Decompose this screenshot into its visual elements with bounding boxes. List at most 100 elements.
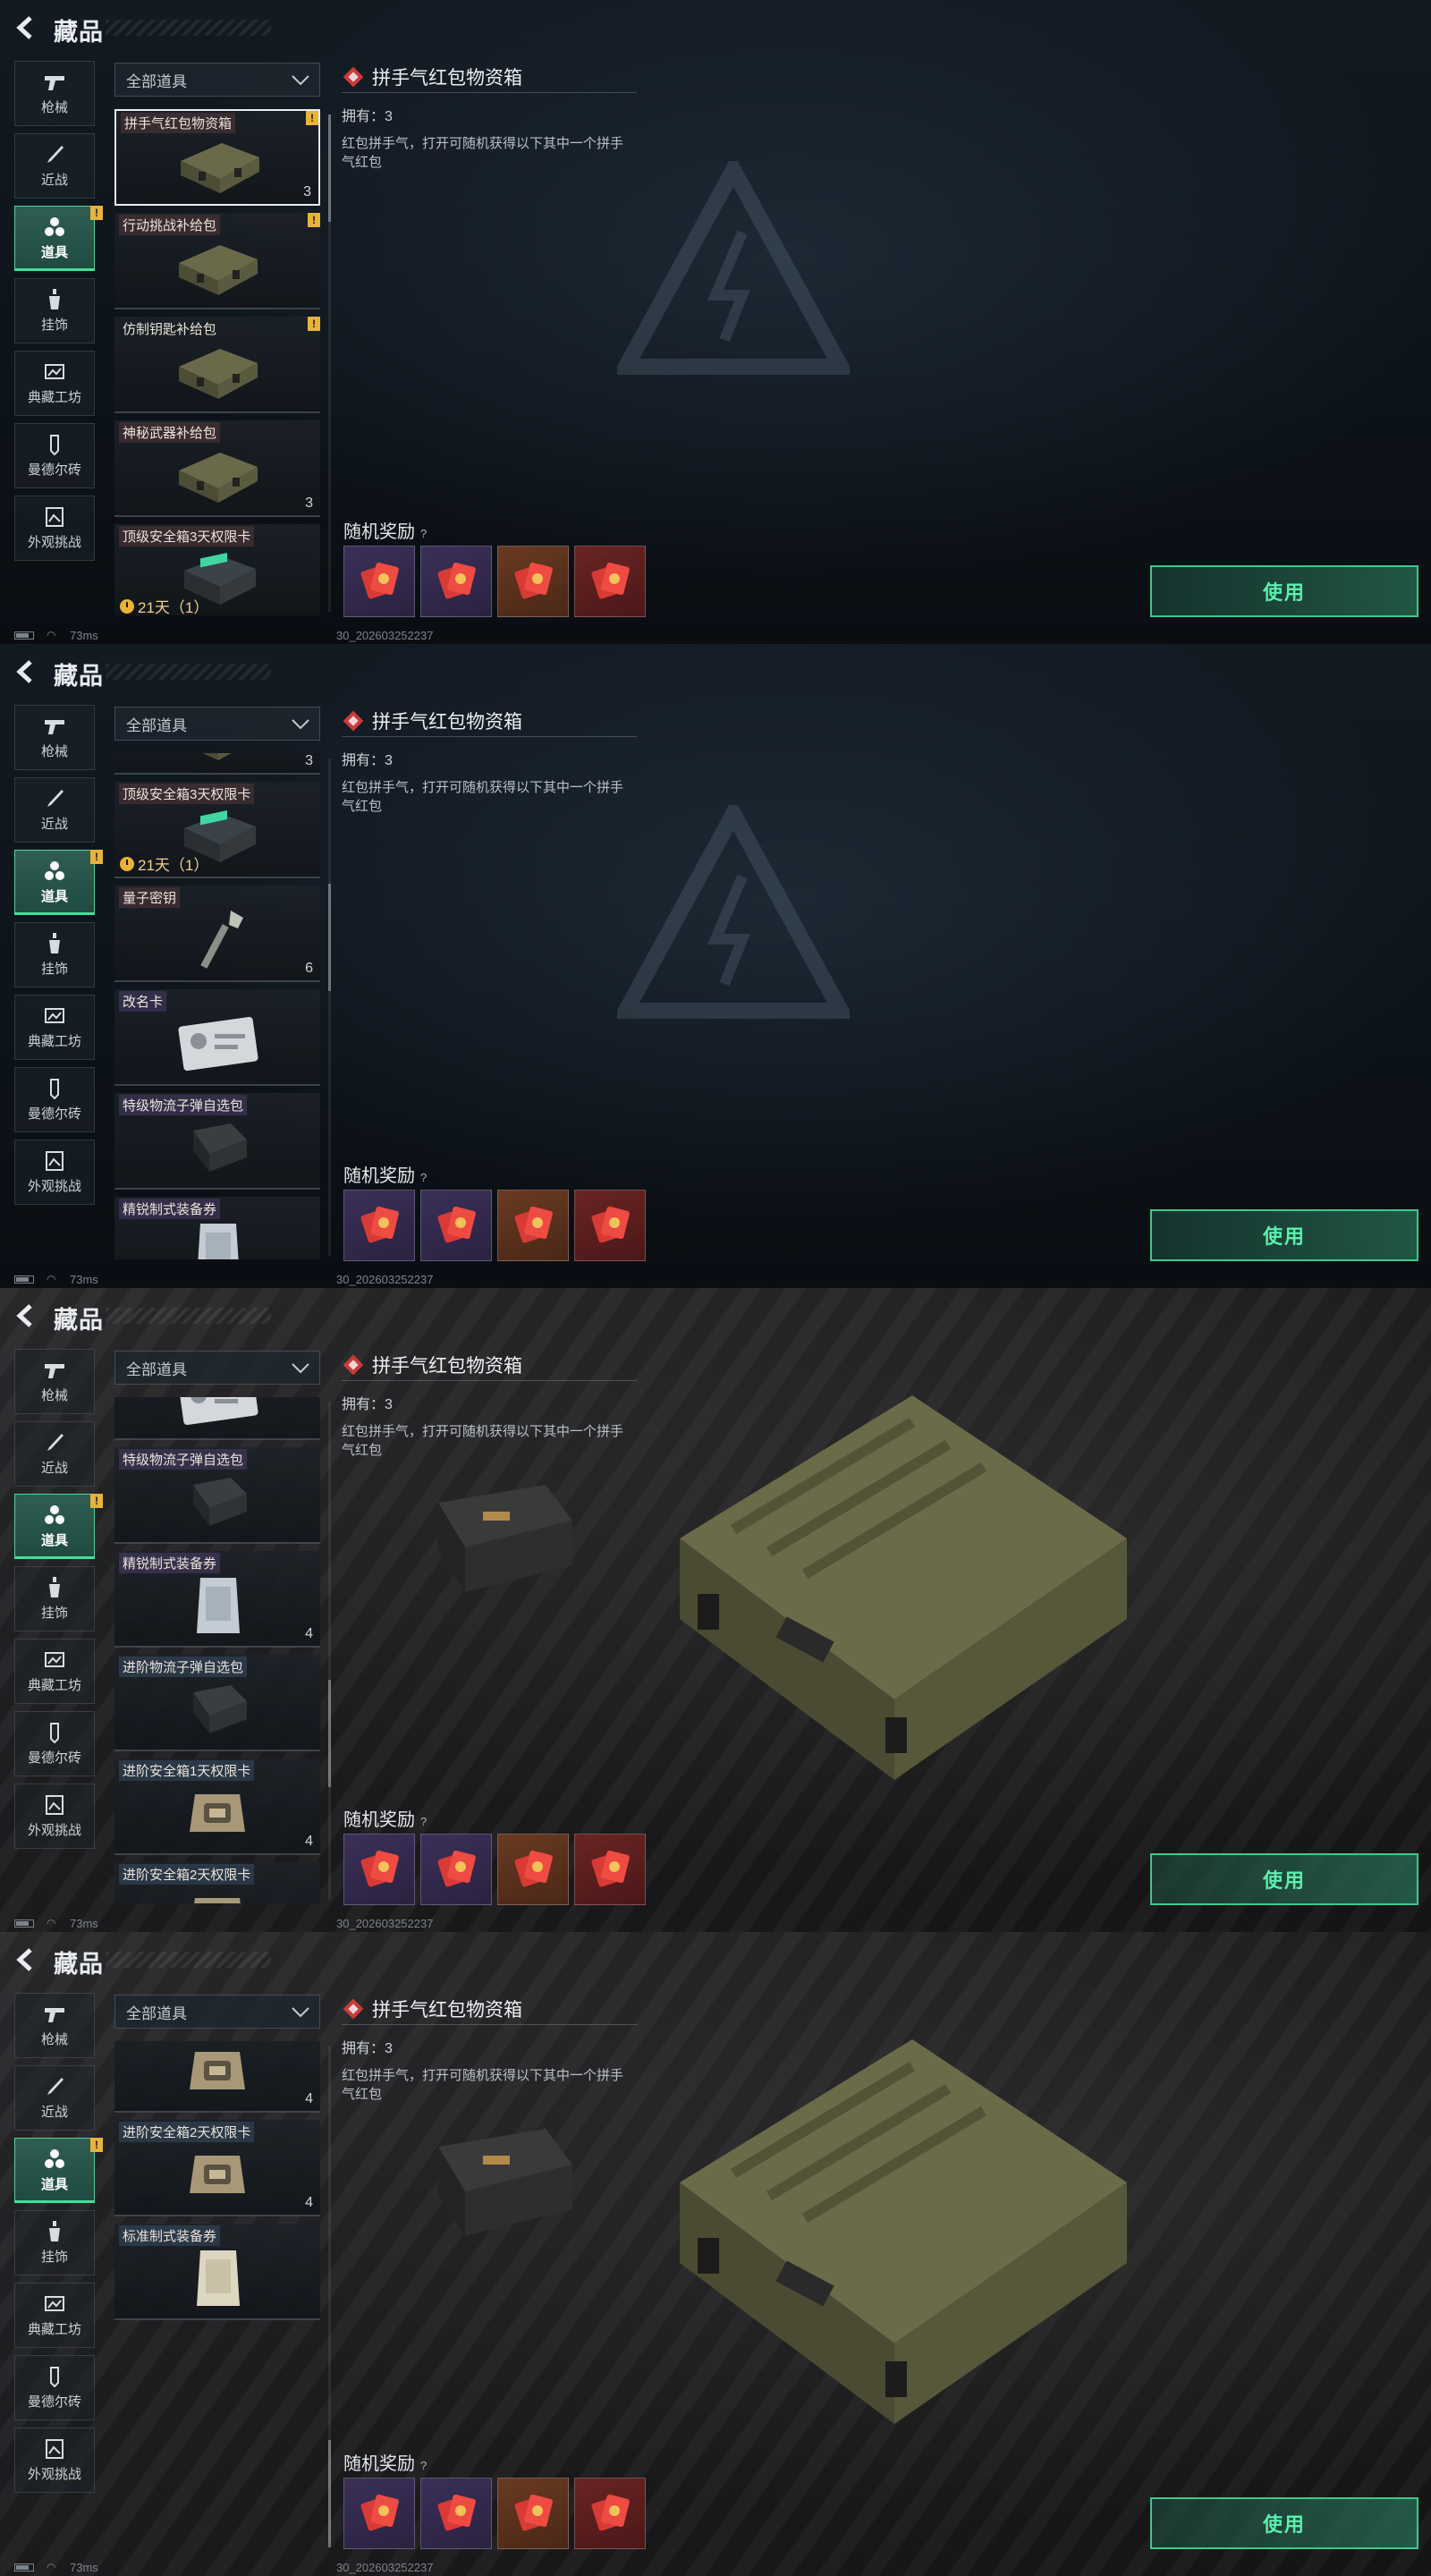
category-tab[interactable]: 典藏工坊 — [14, 1639, 95, 1704]
item-card[interactable]: 进阶安全箱1天权限卡4 — [114, 2041, 320, 2113]
reward-tile[interactable] — [574, 1190, 646, 1261]
category-tab[interactable]: 道具! — [14, 1494, 103, 1559]
category-tab[interactable]: 近战 — [14, 1421, 95, 1487]
category-tab[interactable]: 挂饰 — [14, 278, 95, 343]
item-list[interactable]: 拼手气红包物资箱3!行动挑战补给包!仿制钥匙补给包!神秘武器补给包3顶级安全箱3… — [114, 1397, 322, 1903]
reward-tile[interactable] — [497, 1834, 569, 1905]
category-tab[interactable]: 道具! — [14, 206, 103, 271]
items-icon — [42, 216, 67, 239]
item-card[interactable]: 进阶安全箱1天权限卡4 — [114, 1758, 320, 1855]
item-card[interactable]: 特级物流子弹自选包 — [114, 1093, 320, 1190]
list-scrollbar-thumb[interactable] — [328, 884, 331, 991]
item-card[interactable]: 拼手气红包物资箱 3! — [114, 109, 320, 206]
item-card[interactable]: 进阶安全箱2天权限卡4 — [114, 2120, 320, 2216]
category-label: 典藏工坊 — [27, 1034, 81, 1049]
item-card[interactable]: 特级物流子弹自选包 — [114, 1447, 320, 1544]
reward-tile[interactable] — [420, 1190, 492, 1261]
category-tab[interactable]: 曼德尔砖 — [14, 1067, 95, 1132]
item-thumbnail — [168, 1216, 267, 1259]
item-card[interactable]: 进阶物流子弹自选包 — [114, 1655, 320, 1751]
use-button[interactable]: 使用 — [1150, 1209, 1418, 1261]
random-rewards-label: 随机奖励 — [343, 522, 415, 542]
item-card[interactable]: 神秘武器补给包3 — [114, 420, 320, 517]
category-tab[interactable]: 曼德尔砖 — [14, 1711, 95, 1776]
item-filter-dropdown[interactable]: 全部道具 — [114, 1995, 320, 2029]
reward-tile[interactable] — [574, 1834, 646, 1905]
use-button[interactable]: 使用 — [1150, 1853, 1418, 1905]
back-arrow-icon[interactable] — [13, 14, 39, 41]
category-tab[interactable]: 外观挑战 — [14, 2428, 95, 2493]
back-arrow-icon[interactable] — [13, 658, 39, 685]
reward-tile[interactable] — [574, 546, 646, 617]
help-icon[interactable]: ? — [420, 1171, 427, 1184]
back-arrow-icon[interactable] — [13, 1302, 39, 1329]
item-filter-dropdown[interactable]: 全部道具 — [114, 1351, 320, 1385]
reward-tile[interactable] — [420, 2478, 492, 2549]
category-tab[interactable]: 曼德尔砖 — [14, 423, 95, 488]
category-tab[interactable]: 挂饰 — [14, 1566, 95, 1631]
item-card[interactable]: 精锐制式装备券4 — [114, 1197, 320, 1259]
item-filter-dropdown[interactable]: 全部道具 — [114, 707, 320, 741]
back-arrow-icon[interactable] — [13, 1946, 39, 1973]
reward-tile[interactable] — [343, 546, 415, 617]
use-button[interactable]: 使用 — [1150, 2497, 1418, 2549]
category-tab[interactable]: 近战 — [14, 2065, 95, 2131]
category-tab[interactable]: 外观挑战 — [14, 496, 95, 561]
category-tab[interactable]: 枪械 — [14, 1349, 95, 1414]
item-card[interactable]: 神秘武器补给包3 — [114, 753, 320, 775]
category-tab[interactable]: 外观挑战 — [14, 1784, 95, 1849]
reward-tile[interactable] — [497, 1190, 569, 1261]
item-list[interactable]: 拼手气红包物资箱3!行动挑战补给包!仿制钥匙补给包!神秘武器补给包3顶级安全箱3… — [114, 2041, 322, 2547]
category-tab[interactable]: 近战 — [14, 777, 95, 843]
list-scrollbar[interactable] — [328, 2046, 331, 2547]
workshop-icon — [42, 2292, 67, 2316]
reward-tile[interactable] — [420, 1834, 492, 1905]
reward-tile[interactable] — [497, 2478, 569, 2549]
challenge-icon — [42, 2437, 67, 2461]
category-tab[interactable]: 典藏工坊 — [14, 995, 95, 1060]
list-scrollbar-thumb[interactable] — [328, 1680, 331, 1787]
help-icon[interactable]: ? — [420, 1815, 427, 1828]
category-tab[interactable]: 道具! — [14, 2138, 103, 2203]
category-tab[interactable]: 外观挑战 — [14, 1140, 95, 1205]
help-icon[interactable]: ? — [420, 2459, 427, 2472]
item-list[interactable]: 拼手气红包物资箱3!行动挑战补给包!仿制钥匙补给包!神秘武器补给包3顶级安全箱3… — [114, 109, 322, 615]
item-card[interactable]: 精锐制式装备券4 — [114, 1551, 320, 1648]
item-card[interactable]: 改名卡 — [114, 1397, 320, 1440]
category-tab[interactable]: 枪械 — [14, 61, 95, 126]
use-button[interactable]: 使用 — [1150, 565, 1418, 617]
category-tab[interactable]: 枪械 — [14, 1993, 95, 2058]
help-icon[interactable]: ? — [420, 527, 427, 540]
item-card[interactable]: 标准制式装备券 — [114, 2224, 320, 2320]
item-card[interactable]: 进阶安全箱2天权限卡4 — [114, 1862, 320, 1903]
list-scrollbar[interactable] — [328, 114, 331, 612]
reward-tile[interactable] — [574, 2478, 646, 2549]
item-filter-dropdown[interactable]: 全部道具 — [114, 63, 320, 97]
category-tab[interactable]: 曼德尔砖 — [14, 2355, 95, 2420]
category-tab[interactable]: 挂饰 — [14, 922, 95, 987]
item-card[interactable]: 行动挑战补给包! — [114, 213, 320, 309]
list-scrollbar-thumb[interactable] — [328, 114, 331, 222]
category-tab[interactable]: 近战 — [14, 133, 95, 199]
item-card[interactable]: 仿制钥匙补给包! — [114, 317, 320, 413]
list-scrollbar[interactable] — [328, 758, 331, 1256]
reward-tile[interactable] — [343, 2478, 415, 2549]
category-tab[interactable]: 典藏工坊 — [14, 351, 95, 416]
rarity-diamond-icon — [343, 66, 364, 87]
category-tab[interactable]: 枪械 — [14, 705, 95, 770]
use-button-label: 使用 — [1262, 581, 1306, 604]
list-scrollbar[interactable] — [328, 1402, 331, 1900]
list-scrollbar-thumb[interactable] — [328, 2440, 331, 2547]
category-tab[interactable]: 挂饰 — [14, 2210, 95, 2275]
reward-tile[interactable] — [343, 1834, 415, 1905]
category-tab[interactable]: 道具! — [14, 850, 103, 915]
item-card[interactable]: 顶级安全箱3天权限卡 21天（1） — [114, 524, 320, 615]
reward-tile[interactable] — [420, 546, 492, 617]
reward-tile[interactable] — [497, 546, 569, 617]
item-list[interactable]: 拼手气红包物资箱3!行动挑战补给包!仿制钥匙补给包!神秘武器补给包3顶级安全箱3… — [114, 753, 322, 1259]
item-card[interactable]: 改名卡 — [114, 989, 320, 1086]
item-card[interactable]: 量子密钥 6 — [114, 886, 320, 982]
reward-tile[interactable] — [343, 1190, 415, 1261]
category-tab[interactable]: 典藏工坊 — [14, 2283, 95, 2348]
item-card[interactable]: 顶级安全箱3天权限卡 21天（1） — [114, 782, 320, 878]
